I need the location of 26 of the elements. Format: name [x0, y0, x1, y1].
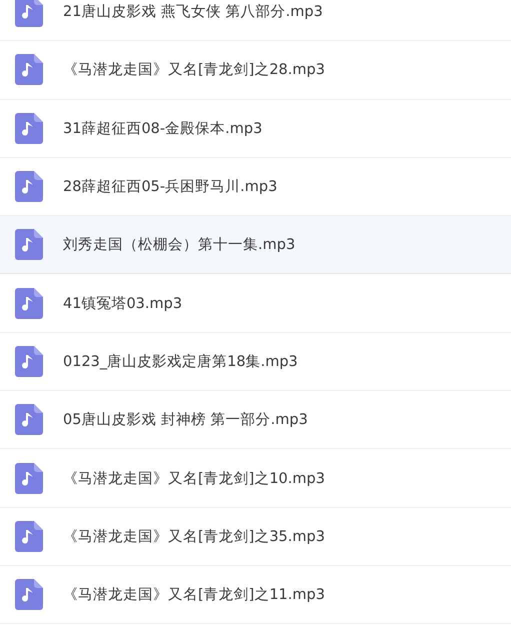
file-name: 28薛超征西05-兵困野马川.mp3: [63, 178, 278, 196]
music-file-icon: [15, 288, 43, 319]
file-name: 0123_唐山皮影戏定唐第18集.mp3: [63, 352, 298, 371]
music-file-icon: [15, 346, 43, 377]
file-name: 刘秀走国（松棚会）第十一集.mp3: [63, 236, 296, 254]
file-name: 《马潜龙走国》又名[青龙剑]之35.mp3: [63, 528, 325, 546]
music-file-icon: [15, 229, 43, 260]
music-file-icon: [15, 579, 43, 610]
file-row[interactable]: 《马潜龙走国》又名[青龙剑]之35.mp3: [0, 508, 511, 566]
file-row[interactable]: 刘秀走国（松棚会）第十一集.mp3: [0, 216, 511, 274]
music-file-icon: [15, 520, 43, 552]
file-name: 《马潜龙走国》又名[青龙剑]之28.mp3: [63, 60, 325, 80]
file-row[interactable]: 31薛超征西08-金殿保本.mp3: [0, 100, 511, 158]
music-file-icon: [15, 404, 43, 436]
file-name: 《马潜龙走国》又名[青龙剑]之11.mp3: [63, 586, 325, 604]
file-name: 31薛超征西08-金殿保本.mp3: [63, 120, 262, 138]
file-name: 05唐山皮影戏 封神榜 第一部分.mp3: [63, 410, 308, 430]
music-file-icon: [15, 112, 43, 144]
file-name: 《马潜龙走国》又名[青龙剑]之10.mp3: [63, 470, 325, 488]
music-file-icon: [15, 171, 43, 202]
music-file-icon: [15, 0, 43, 28]
file-name: 21唐山皮影戏 燕飞女侠 第八部分.mp3: [63, 2, 323, 22]
music-file-icon: [15, 54, 43, 86]
file-row[interactable]: 21唐山皮影戏 燕飞女侠 第八部分.mp3: [0, 0, 511, 42]
file-name: 41镇冤塔03.mp3: [63, 294, 182, 313]
music-file-icon: [15, 462, 43, 494]
